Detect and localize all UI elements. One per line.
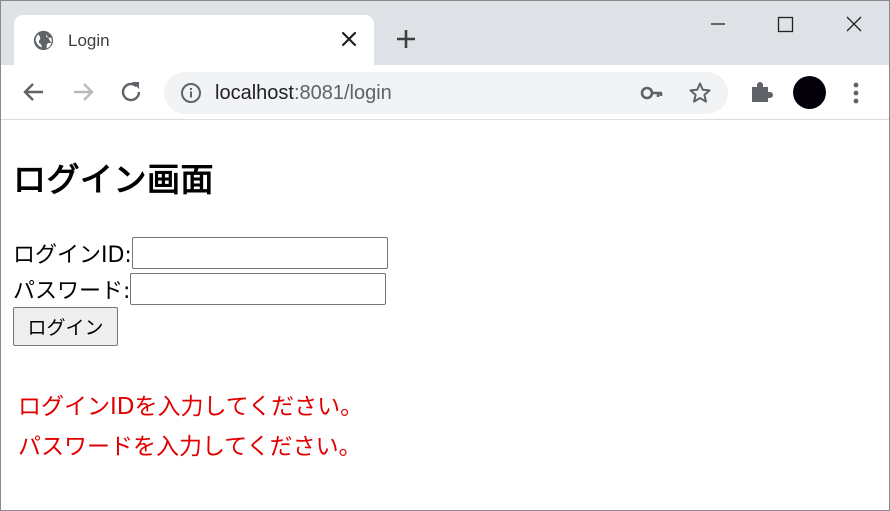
key-icon[interactable] xyxy=(640,82,664,104)
page-title: ログイン画面 xyxy=(13,160,214,199)
page-content: ログイン画面 ログインID: パスワード: ログイン ログインIDを入力してくだ… xyxy=(1,121,889,510)
url-path: :8081/login xyxy=(293,82,392,104)
reload-icon[interactable] xyxy=(117,78,145,106)
address-bar[interactable]: localhost:8081/login xyxy=(164,72,728,114)
login-id-input[interactable] xyxy=(131,237,388,269)
url-host: localhost xyxy=(215,82,294,104)
close-icon[interactable] xyxy=(340,30,358,48)
puzzle-icon[interactable] xyxy=(748,79,774,105)
tab-title: Login xyxy=(68,31,110,50)
login-button[interactable]: ログイン xyxy=(13,307,118,346)
tab-strip: Login xyxy=(1,1,889,66)
password-input[interactable] xyxy=(130,273,387,305)
url-text[interactable]: localhost:8081/login xyxy=(215,82,392,105)
arrow-right-icon[interactable] xyxy=(69,78,97,106)
login-id-label: ログインID: xyxy=(13,243,132,268)
password-row: パスワード: xyxy=(13,273,387,305)
arrow-left-icon[interactable] xyxy=(20,78,48,106)
close-icon[interactable] xyxy=(841,11,867,37)
globe-icon xyxy=(33,30,54,51)
kebab-menu-icon[interactable] xyxy=(846,80,866,106)
plus-icon[interactable] xyxy=(395,28,417,50)
tab-login[interactable]: Login xyxy=(14,15,374,66)
maximize-icon[interactable] xyxy=(772,11,798,37)
minimize-icon[interactable] xyxy=(705,11,731,37)
error-message-login-id: ログインIDを入力してください。 xyxy=(18,394,364,420)
avatar[interactable] xyxy=(793,76,826,109)
info-icon[interactable] xyxy=(180,82,202,104)
browser-window: Login localhost:8081/login ログイン画面 ログインID… xyxy=(0,0,890,511)
login-id-row: ログインID: xyxy=(13,237,388,269)
error-message-password: パスワードを入力してください。 xyxy=(18,434,362,460)
browser-toolbar: localhost:8081/login xyxy=(1,65,889,120)
star-icon[interactable] xyxy=(688,81,712,105)
password-label: パスワード: xyxy=(13,279,131,304)
